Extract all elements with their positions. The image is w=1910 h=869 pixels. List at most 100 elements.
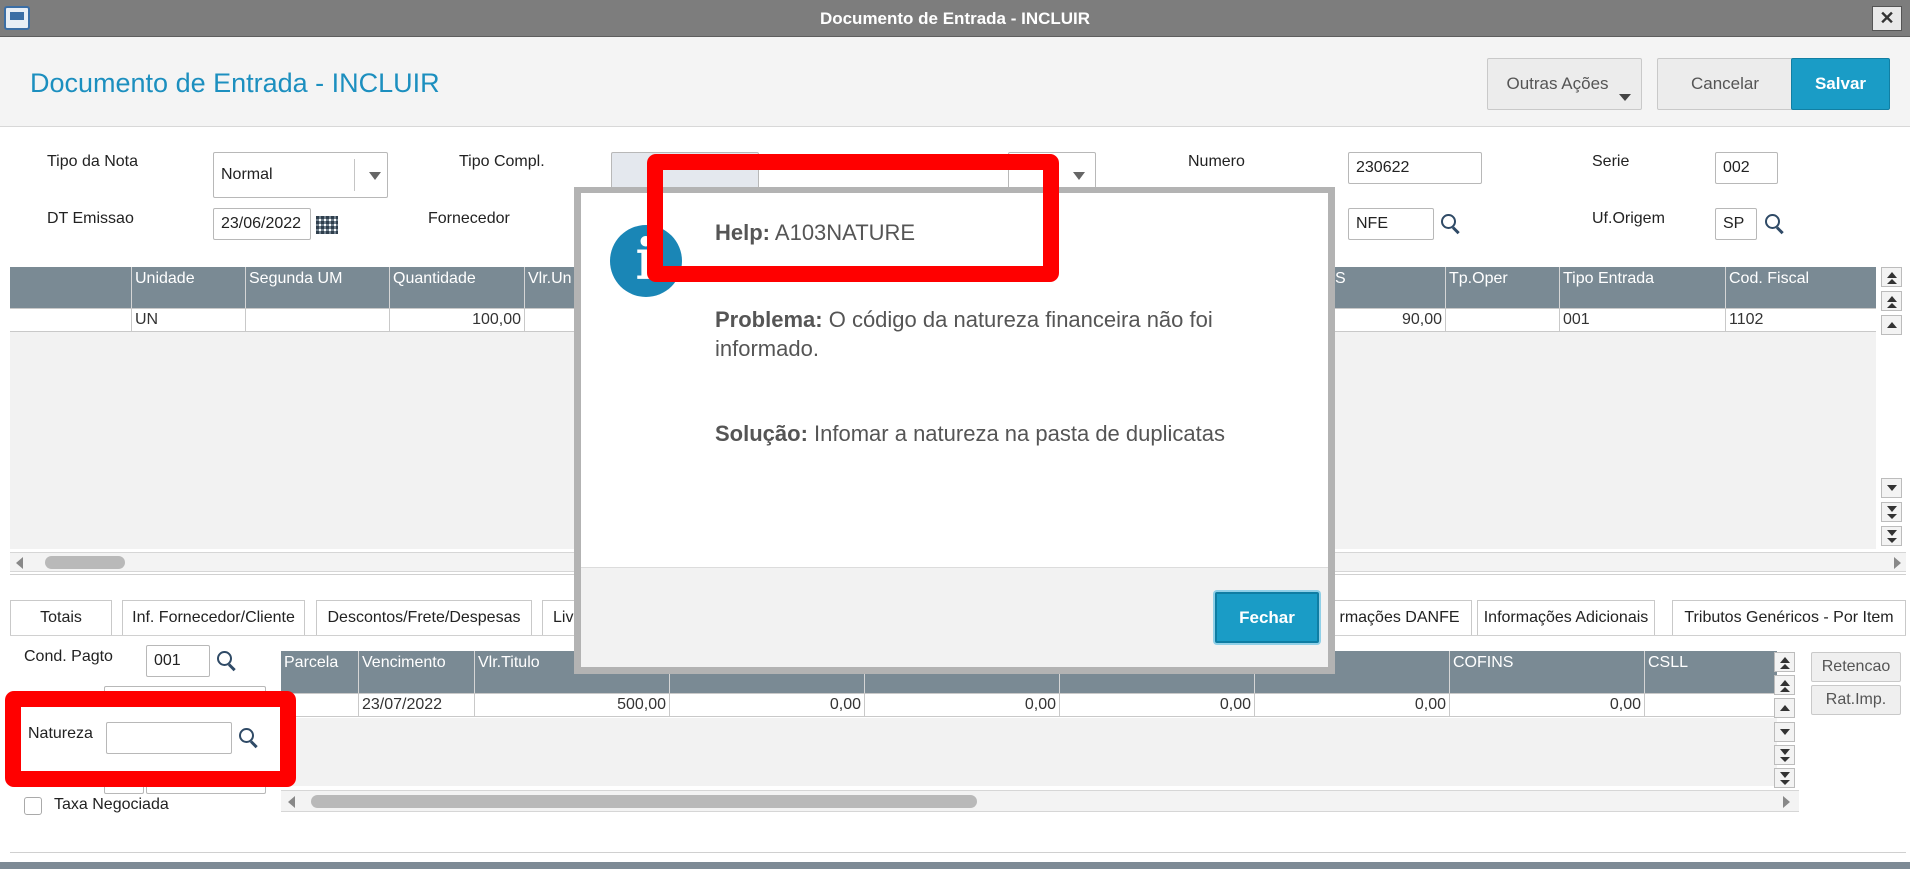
- table-row[interactable]: 23/07/2022 500,00 0,00 0,00 0,00 0,00 0,…: [281, 693, 1777, 717]
- column-header[interactable]: Tipo Entrada: [1560, 267, 1726, 309]
- close-window-button[interactable]: ✕: [1872, 6, 1902, 31]
- search-icon[interactable]: [1440, 213, 1462, 235]
- scroll-right-icon[interactable]: [1894, 557, 1901, 569]
- chevron-down-icon: [369, 172, 381, 180]
- dt-emissao-label: DT Emissao: [47, 210, 134, 227]
- problem-line: Problema: O código da natureza financeir…: [715, 305, 1285, 363]
- table-cell: 0,00: [1060, 694, 1255, 717]
- column-header[interactable]: COFINS: [1450, 651, 1645, 693]
- column-header[interactable]: CSLL: [1645, 651, 1777, 693]
- table-cell: UN: [132, 309, 246, 332]
- other-actions-label: Outras Ações: [1506, 74, 1609, 93]
- taxa-negociada-checkbox[interactable]: [24, 797, 42, 815]
- serie-label: Serie: [1592, 153, 1630, 170]
- tipo-nota-value: Normal: [221, 166, 273, 183]
- scroll-thumb[interactable]: [311, 795, 977, 808]
- table-cell: 1102: [1729, 311, 1764, 328]
- other-actions-button[interactable]: Outras Ações: [1487, 58, 1642, 110]
- scroll-bottom-button[interactable]: [1774, 768, 1795, 788]
- retencao-button[interactable]: Retencao: [1811, 652, 1901, 682]
- page-title: Documento de Entrada - INCLUIR: [30, 68, 440, 98]
- table-cell: 23/07/2022: [359, 694, 475, 717]
- scroll-up-button[interactable]: [1881, 315, 1902, 335]
- app-window-icon: [4, 6, 30, 30]
- table-cell: 100,00: [390, 309, 525, 332]
- cancel-button[interactable]: Cancelar: [1657, 58, 1793, 110]
- uf-origem-label: Uf.Origem: [1592, 210, 1665, 227]
- solution-text: Infomar a natureza na pasta de duplicata…: [814, 421, 1225, 446]
- window-bottom-border: [0, 862, 1910, 869]
- table-cell: [1645, 694, 1777, 717]
- duplicatas-horizontal-scrollbar[interactable]: [281, 790, 1799, 812]
- column-header[interactable]: Vencimento: [359, 651, 475, 693]
- tab-totais[interactable]: Totais: [10, 600, 112, 636]
- dt-emissao-input[interactable]: 23/06/2022: [213, 208, 311, 240]
- highlight-box-help: [647, 154, 1059, 282]
- chevron-down-icon: [1619, 94, 1631, 101]
- solution-line: Solução: Infomar a natureza na pasta de …: [715, 421, 1225, 447]
- tab-informacoes-adicionais[interactable]: Informações Adicionais: [1477, 600, 1655, 636]
- close-dialog-button[interactable]: Fechar: [1215, 592, 1319, 643]
- column-header[interactable]: Quantidade: [390, 267, 525, 309]
- highlight-box-natureza: [5, 691, 296, 787]
- chevron-down-icon: [1073, 172, 1085, 180]
- scroll-top-button[interactable]: [1774, 652, 1795, 672]
- scroll-page-down-button[interactable]: [1881, 502, 1902, 522]
- scroll-top-button[interactable]: [1881, 267, 1902, 287]
- scroll-left-icon[interactable]: [16, 557, 23, 569]
- table-cell: [246, 309, 390, 332]
- column-header[interactable]: Segunda UM: [246, 267, 390, 309]
- tab-tributos-genericos[interactable]: Tributos Genéricos - Por Item: [1672, 600, 1906, 636]
- search-icon[interactable]: [216, 650, 238, 672]
- especie-input[interactable]: NFE: [1348, 208, 1434, 240]
- table-cell: 001: [1560, 309, 1726, 332]
- scroll-down-button[interactable]: [1774, 722, 1795, 742]
- tab-descontos[interactable]: Descontos/Frete/Despesas: [316, 600, 532, 636]
- column-header[interactable]: Cod. Fiscal: [1726, 267, 1876, 309]
- serie-input[interactable]: 002: [1715, 152, 1778, 184]
- table-cell: 0,00: [1450, 694, 1645, 717]
- table-cell: 90,00: [1332, 309, 1446, 332]
- scroll-up-button[interactable]: [1774, 698, 1795, 718]
- column-header-blank: [10, 267, 132, 309]
- column-header[interactable]: Unidade: [132, 267, 246, 309]
- table-cell: 0,00: [865, 694, 1060, 717]
- tipo-nota-label: Tipo da Nota: [47, 153, 139, 170]
- scroll-page-up-button[interactable]: [1774, 675, 1795, 695]
- select-divider: [354, 159, 355, 191]
- calendar-icon[interactable]: [316, 216, 338, 234]
- rat-imp-button[interactable]: Rat.Imp.: [1811, 685, 1901, 715]
- column-header[interactable]: Tp.Oper: [1446, 267, 1560, 309]
- fornecedor-label: Fornecedor: [428, 210, 510, 227]
- cond-pagto-label: Cond. Pagto: [24, 648, 113, 665]
- scroll-right-icon[interactable]: [1783, 796, 1790, 808]
- taxa-negociada-label: Taxa Negociada: [54, 796, 169, 813]
- save-button[interactable]: Salvar: [1791, 58, 1890, 110]
- table-cell: 0,00: [670, 694, 865, 717]
- window-titlebar: Documento de Entrada - INCLUIR: [0, 0, 1910, 37]
- tipo-nota-select[interactable]: Normal: [213, 152, 388, 198]
- tipo-compl-label: Tipo Compl.: [459, 153, 545, 170]
- uf-origem-input[interactable]: SP: [1715, 208, 1757, 240]
- cond-pagto-input[interactable]: 001: [146, 645, 210, 677]
- panel-bottom-border: [10, 852, 1906, 853]
- column-header[interactable]: S: [1332, 267, 1446, 309]
- scroll-down-button[interactable]: [1881, 478, 1902, 498]
- table-cell: 0,00: [1255, 694, 1450, 717]
- numero-input[interactable]: 230622: [1348, 152, 1482, 184]
- scroll-left-icon[interactable]: [288, 796, 295, 808]
- solution-label: Solução:: [715, 421, 808, 446]
- scroll-page-down-button[interactable]: [1774, 745, 1795, 765]
- table-cell: 500,00: [475, 694, 670, 717]
- tab-inf-fornecedor[interactable]: Inf. Fornecedor/Cliente: [122, 600, 305, 636]
- scroll-bottom-button[interactable]: [1881, 526, 1902, 546]
- tab-informacoes-danfe[interactable]: rmações DANFE: [1328, 600, 1472, 636]
- column-header[interactable]: Parcela: [281, 651, 359, 693]
- table-cell: [1446, 309, 1560, 332]
- scroll-page-up-button[interactable]: [1881, 291, 1902, 311]
- numero-label: Numero: [1188, 153, 1245, 170]
- scroll-thumb[interactable]: [45, 556, 125, 569]
- table-cell: [10, 309, 132, 332]
- window-title: Documento de Entrada - INCLUIR: [819, 9, 1091, 28]
- search-icon[interactable]: [1764, 213, 1786, 235]
